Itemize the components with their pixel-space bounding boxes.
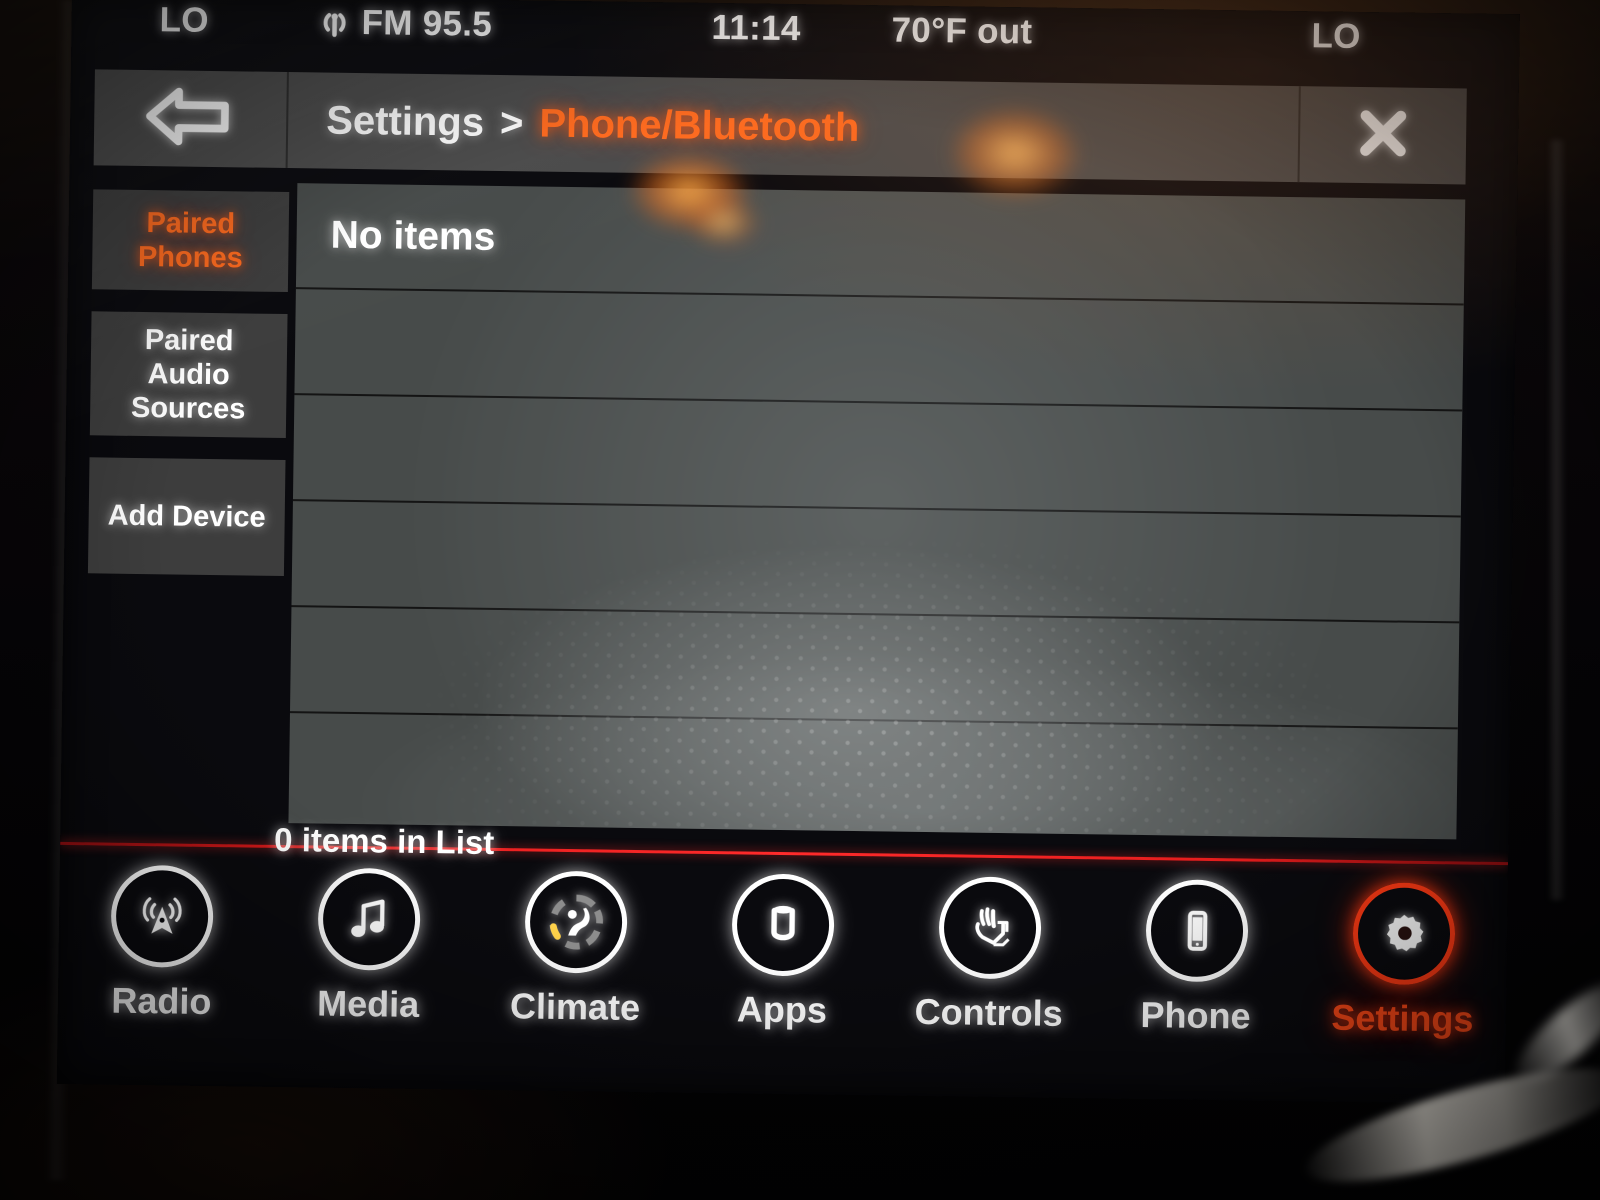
list-item[interactable]	[289, 713, 1458, 835]
left-temperature-readout[interactable]: LO	[159, 0, 209, 41]
list-item[interactable]	[289, 607, 1460, 730]
radio-station-label: FM 95.5	[361, 3, 493, 44]
hand-controls-icon	[938, 876, 1042, 980]
sidebar-item-paired-phones-line1: Paired	[146, 206, 236, 241]
nav-item-settings-label: Settings	[1331, 996, 1474, 1040]
sidebar-item-paired-phones[interactable]: Paired Phones	[91, 189, 290, 293]
nav-item-phone[interactable]: Phone	[1091, 864, 1301, 1093]
sidebar-item-add-device-label: Add Device	[107, 499, 266, 534]
climate-dial-icon	[524, 870, 628, 974]
sidebar-item-paired-audio-sources-line3: Sources	[130, 391, 246, 426]
nav-item-controls[interactable]: Controls	[884, 861, 1094, 1090]
bottom-navigation-bar: Radio Media Climate Apps Controls Phone …	[57, 850, 1508, 1096]
bezel-right-edge-highlight	[1548, 140, 1566, 900]
sidebar-item-paired-phones-line2: Phones	[137, 240, 243, 275]
breadcrumb-separator-icon: >	[499, 100, 524, 145]
sidebar-item-paired-audio-sources-line2: Audio	[147, 357, 230, 392]
nav-item-media-label: Media	[316, 982, 420, 1025]
list-item[interactable]	[291, 501, 1461, 624]
close-button[interactable]	[1297, 86, 1467, 185]
nav-item-media[interactable]: Media	[264, 853, 474, 1082]
right-temperature-readout[interactable]: LO	[1311, 16, 1361, 57]
sidebar-item-paired-audio-sources[interactable]: Paired Audio Sources	[89, 311, 288, 439]
nav-item-controls-label: Controls	[914, 990, 1064, 1034]
music-note-icon	[317, 867, 422, 971]
nav-item-radio[interactable]: Radio	[57, 850, 267, 1079]
nav-item-settings[interactable]: Settings	[1298, 867, 1508, 1096]
nav-item-apps[interactable]: Apps	[677, 859, 887, 1088]
list-item[interactable]	[294, 289, 1464, 412]
gear-icon	[1351, 881, 1456, 986]
breadcrumb: Settings > Phone/Bluetooth	[288, 72, 1299, 182]
sidebar-tabs: Paired Phones Paired Audio Sources Add D…	[87, 189, 290, 598]
uconnect-touchscreen[interactable]: LO FM 95.5 11:14 70°F out LO Settings > …	[56, 0, 1520, 1105]
smartphone-icon	[1145, 879, 1249, 983]
nav-item-radio-label: Radio	[111, 979, 212, 1023]
infotainment-photo-scene: LO FM 95.5 11:14 70°F out LO Settings > …	[0, 0, 1600, 1200]
nav-item-climate-label: Climate	[509, 985, 641, 1029]
paired-phones-list[interactable]: No items	[288, 183, 1466, 840]
list-count-status: 0 items in List	[273, 820, 495, 861]
clock-readout: 11:14	[711, 7, 801, 49]
radio-status[interactable]: FM 95.5	[319, 2, 492, 44]
nav-item-apps-label: Apps	[736, 988, 828, 1031]
breadcrumb-phone-bluetooth: Phone/Bluetooth	[539, 101, 860, 150]
header-bar: Settings > Phone/Bluetooth	[93, 69, 1467, 185]
back-arrow-icon	[142, 84, 239, 152]
antenna-broadcast-icon	[319, 7, 349, 37]
close-x-icon	[1352, 101, 1415, 169]
sidebar-item-add-device[interactable]: Add Device	[87, 457, 286, 577]
list-item[interactable]: No items	[295, 183, 1466, 306]
nav-item-climate[interactable]: Climate	[471, 856, 681, 1085]
radio-tower-icon	[110, 864, 215, 969]
back-button[interactable]	[93, 69, 289, 169]
list-item[interactable]	[292, 395, 1463, 518]
uconnect-u-icon	[731, 873, 835, 977]
sidebar-item-paired-audio-sources-line1: Paired	[144, 323, 234, 357]
outside-temperature-readout: 70°F out	[891, 10, 1033, 52]
breadcrumb-settings[interactable]: Settings	[326, 98, 484, 145]
nav-item-phone-label: Phone	[1140, 994, 1251, 1037]
